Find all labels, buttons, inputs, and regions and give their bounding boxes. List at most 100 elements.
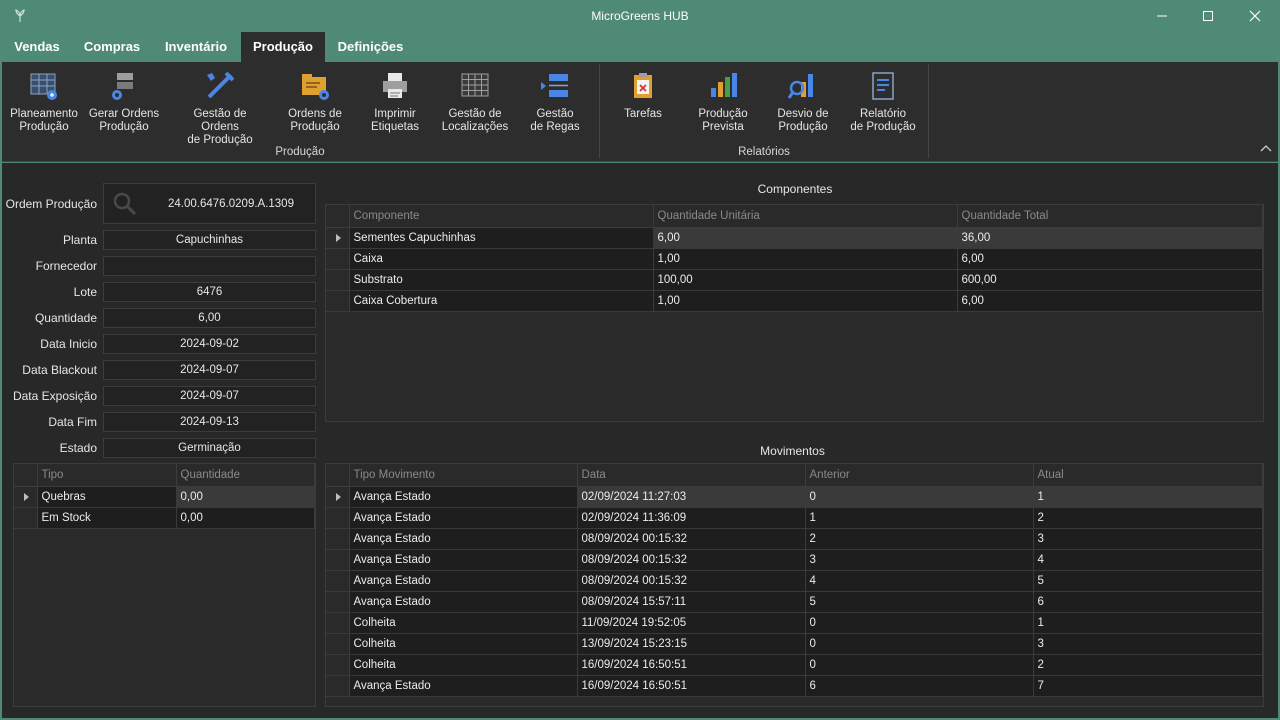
- table-cell[interactable]: Em Stock: [37, 507, 177, 529]
- table-row[interactable]: Quebras 0,00: [14, 486, 315, 508]
- table-cell[interactable]: 0: [805, 633, 1034, 655]
- table-cell[interactable]: 1,00: [653, 248, 958, 270]
- table-row[interactable]: Em Stock 0,00: [14, 507, 315, 529]
- table-cell[interactable]: 6: [1033, 591, 1263, 613]
- table-cell[interactable]: Avança Estado: [349, 528, 578, 550]
- table-row[interactable]: Caixa 1,00 6,00: [326, 248, 1263, 270]
- table-cell[interactable]: 08/09/2024 00:15:32: [577, 570, 806, 592]
- table-row[interactable]: Colheita 16/09/2024 16:50:51 0 2: [326, 654, 1263, 676]
- table-cell[interactable]: Colheita: [349, 654, 578, 676]
- tab-inventario[interactable]: Inventário: [154, 32, 238, 62]
- table-cell[interactable]: 100,00: [653, 269, 958, 291]
- column-header[interactable]: Data: [577, 464, 806, 487]
- ordens-producao-button[interactable]: Ordens de Produção: [272, 70, 358, 134]
- movimentos-grid[interactable]: Tipo Movimento Data Anterior Atual Avanç…: [325, 463, 1264, 707]
- ordem-producao-field[interactable]: 24.00.6476.0209.A.1309: [103, 183, 316, 224]
- tarefas-button[interactable]: Tarefas: [600, 70, 686, 121]
- minimize-button[interactable]: [1139, 0, 1185, 32]
- table-cell[interactable]: 0: [805, 486, 1034, 508]
- table-row[interactable]: Caixa Cobertura 1,00 6,00: [326, 290, 1263, 312]
- table-row[interactable]: Sementes Capuchinhas 6,00 36,00: [326, 227, 1263, 249]
- table-cell[interactable]: 4: [1033, 549, 1263, 571]
- table-cell[interactable]: Substrato: [349, 269, 654, 291]
- table-cell[interactable]: 08/09/2024 15:57:11: [577, 591, 806, 613]
- gestao-localizacoes-button[interactable]: Gestão de Localizações: [432, 70, 518, 134]
- maximize-button[interactable]: [1185, 0, 1231, 32]
- table-cell[interactable]: 08/09/2024 00:15:32: [577, 549, 806, 571]
- desvio-producao-button[interactable]: Desvio de Produção: [760, 70, 846, 134]
- table-cell[interactable]: 1: [1033, 486, 1263, 508]
- table-row[interactable]: Colheita 11/09/2024 19:52:05 0 1: [326, 612, 1263, 634]
- table-cell[interactable]: 1: [1033, 612, 1263, 634]
- table-cell[interactable]: 0: [805, 612, 1034, 634]
- table-cell[interactable]: 02/09/2024 11:27:03: [577, 486, 806, 508]
- table-cell[interactable]: 0: [805, 654, 1034, 676]
- gerar-ordens-producao-button[interactable]: Gerar Ordens Produção: [81, 70, 167, 134]
- table-cell[interactable]: Quebras: [37, 486, 177, 508]
- table-cell[interactable]: 6: [805, 675, 1034, 697]
- fornecedor-field[interactable]: [103, 256, 316, 276]
- tab-producao[interactable]: Produção: [241, 32, 325, 62]
- data-inicio-field[interactable]: 2024-09-02: [103, 334, 316, 354]
- table-cell[interactable]: 16/09/2024 16:50:51: [577, 654, 806, 676]
- table-cell[interactable]: 600,00: [957, 269, 1263, 291]
- column-header[interactable]: Anterior: [805, 464, 1034, 487]
- table-cell[interactable]: 2: [1033, 507, 1263, 529]
- column-header[interactable]: Componente: [349, 205, 654, 228]
- estado-field[interactable]: Germinação: [103, 438, 316, 458]
- column-header[interactable]: Quantidade Total: [957, 205, 1263, 228]
- data-exposicao-field[interactable]: 2024-09-07: [103, 386, 316, 406]
- table-row[interactable]: Colheita 13/09/2024 15:23:15 0 3: [326, 633, 1263, 655]
- table-cell[interactable]: 2: [805, 528, 1034, 550]
- search-icon[interactable]: [112, 191, 138, 217]
- table-cell[interactable]: Sementes Capuchinhas: [349, 227, 654, 249]
- table-cell[interactable]: Caixa: [349, 248, 654, 270]
- table-row[interactable]: Avança Estado 02/09/2024 11:36:09 1 2: [326, 507, 1263, 529]
- data-fim-field[interactable]: 2024-09-13: [103, 412, 316, 432]
- close-button[interactable]: [1232, 0, 1278, 32]
- data-blackout-field[interactable]: 2024-09-07: [103, 360, 316, 380]
- table-cell[interactable]: 0,00: [176, 486, 315, 508]
- table-cell[interactable]: 5: [1033, 570, 1263, 592]
- table-cell[interactable]: Avança Estado: [349, 486, 578, 508]
- table-cell[interactable]: Avança Estado: [349, 570, 578, 592]
- lote-field[interactable]: 6476: [103, 282, 316, 302]
- collapse-ribbon-icon[interactable]: [1260, 144, 1272, 154]
- table-row[interactable]: Avança Estado 16/09/2024 16:50:51 6 7: [326, 675, 1263, 697]
- tab-vendas[interactable]: Vendas: [4, 32, 70, 62]
- table-cell[interactable]: 0,00: [176, 507, 315, 529]
- producao-prevista-button[interactable]: Produção Prevista: [680, 70, 766, 134]
- table-row[interactable]: Avança Estado 08/09/2024 15:57:11 5 6: [326, 591, 1263, 613]
- table-cell[interactable]: 3: [1033, 633, 1263, 655]
- quantidade-field[interactable]: 6,00: [103, 308, 316, 328]
- table-cell[interactable]: 08/09/2024 00:15:32: [577, 528, 806, 550]
- table-cell[interactable]: 02/09/2024 11:36:09: [577, 507, 806, 529]
- table-cell[interactable]: 11/09/2024 19:52:05: [577, 612, 806, 634]
- table-cell[interactable]: Avança Estado: [349, 549, 578, 571]
- table-cell[interactable]: Avança Estado: [349, 507, 578, 529]
- column-header[interactable]: Tipo: [37, 464, 177, 487]
- planta-field[interactable]: Capuchinhas: [103, 230, 316, 250]
- table-cell[interactable]: Colheita: [349, 612, 578, 634]
- table-cell[interactable]: 6,00: [957, 248, 1263, 270]
- table-cell[interactable]: Caixa Cobertura: [349, 290, 654, 312]
- table-cell[interactable]: 7: [1033, 675, 1263, 697]
- column-header[interactable]: Tipo Movimento: [349, 464, 578, 487]
- relatorio-producao-button[interactable]: Relatório de Produção: [840, 70, 926, 134]
- stock-grid[interactable]: Tipo Quantidade Quebras 0,00 Em Stock 0,…: [13, 463, 316, 707]
- table-cell[interactable]: 4: [805, 570, 1034, 592]
- table-row[interactable]: Avança Estado 08/09/2024 00:15:32 2 3: [326, 528, 1263, 550]
- table-row[interactable]: Substrato 100,00 600,00: [326, 269, 1263, 291]
- table-cell[interactable]: Avança Estado: [349, 675, 578, 697]
- table-cell[interactable]: 1,00: [653, 290, 958, 312]
- table-cell[interactable]: 5: [805, 591, 1034, 613]
- table-cell[interactable]: 3: [805, 549, 1034, 571]
- column-header[interactable]: Quantidade Unitária: [653, 205, 958, 228]
- table-cell[interactable]: 6,00: [957, 290, 1263, 312]
- tab-definicoes[interactable]: Definições: [328, 32, 413, 62]
- table-cell[interactable]: 36,00: [957, 227, 1263, 249]
- componentes-grid[interactable]: Componente Quantidade Unitária Quantidad…: [325, 204, 1264, 422]
- gestao-regas-button[interactable]: Gestão de Regas: [512, 70, 598, 134]
- gestao-ordens-producao-button[interactable]: Gestão de Ordens de Produção: [176, 70, 264, 147]
- table-cell[interactable]: 6,00: [653, 227, 958, 249]
